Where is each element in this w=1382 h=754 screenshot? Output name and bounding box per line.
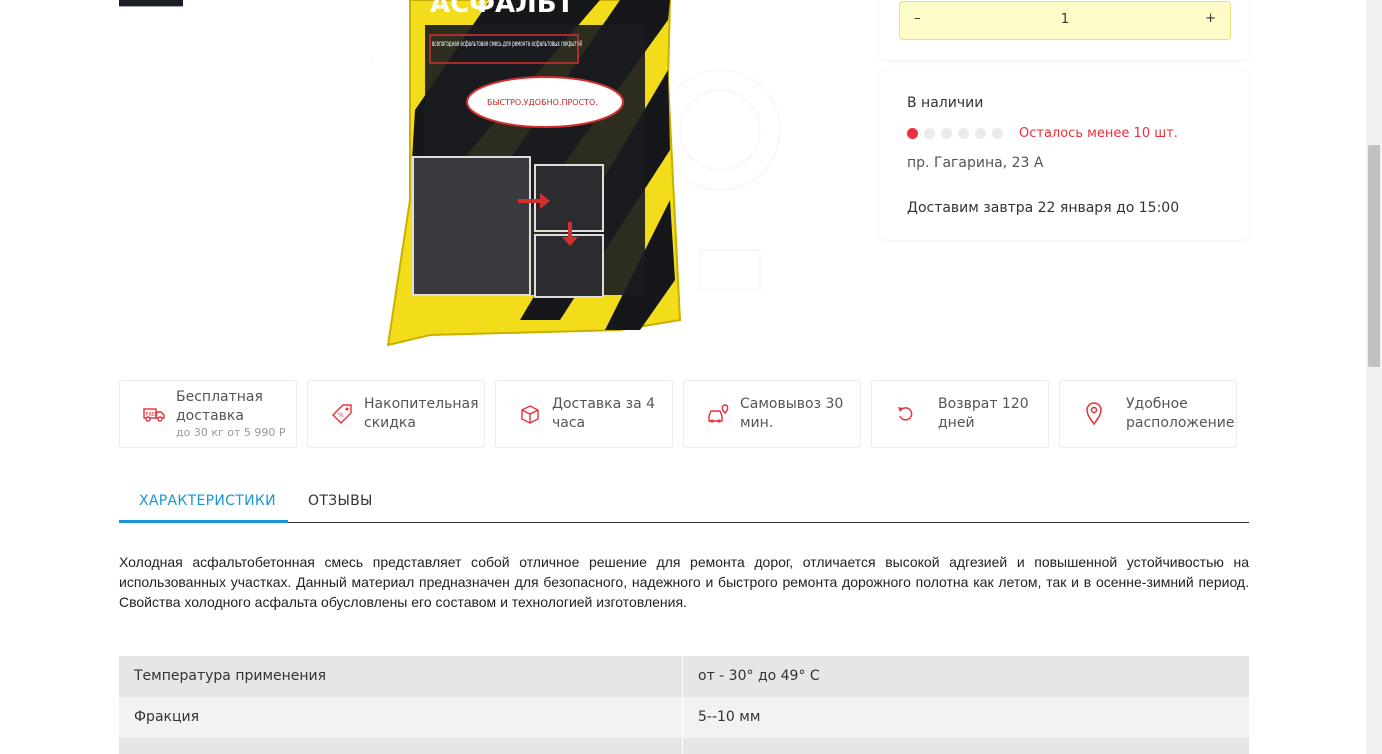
store-address: пр. Гагарина, 23 А: [907, 155, 1044, 171]
box-icon: [516, 400, 544, 428]
package-slogan: БЫСТРО.УДОБНО.ПРОСТО.: [487, 98, 598, 107]
feature-label: Возврат 120 дней: [938, 396, 1029, 431]
stock-dot: [958, 128, 969, 139]
increase-quantity-button[interactable]: +: [1205, 11, 1216, 26]
active-tab-indicator: [119, 520, 288, 523]
car-pin-icon: [704, 400, 732, 428]
product-tabs: ХАРАКТЕРИСТИКИ ОТЗЫВЫ: [119, 480, 1249, 523]
package-title: АСФАЛЬТ: [430, 0, 575, 19]
feature-pickup: Самовывоз 30 мин.: [683, 380, 861, 448]
package-subtitle: всепогодная асфальтовая смесь для ремонт…: [432, 39, 582, 48]
spec-name: Температура применения: [119, 656, 683, 697]
feature-label: Доставка за 4 часа: [552, 396, 656, 431]
availability-card: В наличии Осталось менее 10 шт. пр. Гага…: [879, 70, 1249, 240]
feature-label: Накопительная скидка: [364, 396, 479, 431]
tab-characteristics[interactable]: ХАРАКТЕРИСТИКИ: [139, 493, 276, 509]
stock-dot: [992, 128, 1003, 139]
location-pin-icon: [1080, 400, 1108, 428]
availability-title: В наличии: [907, 95, 984, 111]
product-description: Холодная асфальтобетонная смесь представ…: [119, 554, 1249, 610]
tab-reviews[interactable]: ОТЗЫВЫ: [308, 493, 373, 509]
stock-dot: [907, 128, 918, 139]
spec-value: [683, 738, 1249, 754]
quantity-stepper[interactable]: – 1 +: [899, 1, 1231, 40]
feature-return: Возврат 120 дней: [871, 380, 1049, 448]
feature-loyalty-discount: % Накопительная скидка: [307, 380, 485, 448]
stock-dot: [924, 128, 935, 139]
spec-name: Фракция: [119, 697, 683, 738]
product-page: АСФАЛЬТ всепогодная асфальтовая смесь дл…: [0, 0, 1366, 754]
discount-tag-icon: %: [328, 400, 356, 428]
stock-level-indicator: [907, 128, 1003, 139]
spec-name: [119, 738, 683, 754]
svg-text:FREE: FREE: [146, 412, 159, 418]
stock-dot: [975, 128, 986, 139]
stock-note: Осталось менее 10 шт.: [1019, 126, 1178, 141]
svg-text:%: %: [338, 412, 344, 419]
table-row: Температура применения от - 30° до 49° С: [119, 656, 1249, 697]
scrollbar-thumb[interactable]: [1368, 145, 1380, 367]
quantity-value[interactable]: 1: [900, 12, 1230, 27]
feature-label: Бесплатная доставка: [176, 389, 263, 424]
features-bar: FREE Бесплатная доставка до 30 кг от 5 9…: [119, 380, 1237, 448]
feature-free-delivery: FREE Бесплатная доставка до 30 кг от 5 9…: [119, 380, 297, 448]
table-row: Фракция 5--10 мм: [119, 697, 1249, 738]
stock-dot: [941, 128, 952, 139]
feature-fast-delivery: Доставка за 4 часа: [495, 380, 673, 448]
truck-icon: FREE: [140, 400, 168, 428]
spec-value: 5--10 мм: [698, 709, 761, 725]
return-icon: [892, 400, 920, 428]
page-scrollbar[interactable]: [1366, 0, 1382, 754]
gallery-thumbnail[interactable]: [119, 0, 183, 7]
spec-value: от - 30° до 49° С: [698, 668, 820, 684]
table-row: [119, 738, 1249, 754]
product-image: АСФАЛЬТ всепогодная асфальтовая смесь дл…: [370, 0, 781, 347]
specs-table: Температура применения от - 30° до 49° С…: [119, 656, 1249, 754]
feature-sublabel: до 30 кг от 5 990 Р: [176, 426, 286, 439]
feature-label: Самовывоз 30 мин.: [740, 396, 844, 431]
delivery-date: Доставим завтра 22 января до 15:00: [907, 200, 1180, 216]
feature-label: Удобное расположение: [1126, 396, 1235, 431]
feature-location: Удобное расположение: [1059, 380, 1237, 448]
